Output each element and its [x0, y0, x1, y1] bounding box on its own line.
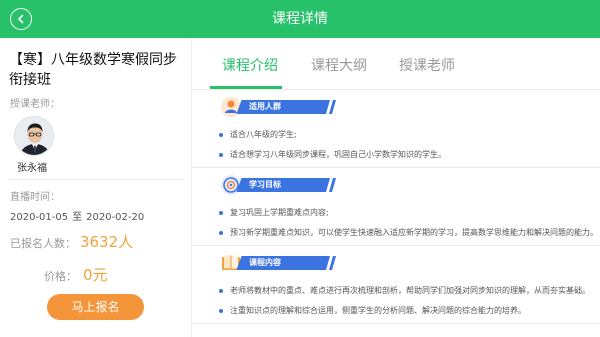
- divider: [192, 323, 600, 324]
- course-info-panel: 【寒】八年级数学寒假同步衔接班 授课老师： 张永福 直播时间： 2020-01-…: [0, 38, 191, 337]
- bullet-icon: [219, 210, 223, 215]
- list-item: 老师将教材中的重点、难点进行再次梳理和剖析，帮助同学们加强对同步知识的理解，从而…: [219, 285, 590, 296]
- price-label: 价格：: [44, 270, 77, 283]
- end-date: 2020-02-20: [86, 212, 145, 223]
- stripe-decoration: [323, 256, 336, 270]
- active-tab-indicator: [210, 86, 282, 89]
- divider: [8, 179, 183, 180]
- bullet-icon: [219, 152, 223, 157]
- time-label: 直播时间：: [10, 192, 60, 203]
- tab-introduction[interactable]: 课程介绍: [222, 55, 278, 75]
- bullet-icon: [219, 132, 223, 137]
- section-title: 课程内容: [249, 258, 281, 267]
- stripe-decoration: [323, 178, 336, 192]
- teacher-avatar-image: [15, 117, 53, 155]
- divider: [192, 245, 600, 246]
- list-item: 适合八年级的学生;: [219, 129, 297, 140]
- teacher-name: 张永福: [17, 163, 47, 174]
- enrolled-count: 3632人: [80, 233, 134, 251]
- section-title: 学习目标: [249, 180, 281, 189]
- tab-teacher[interactable]: 授课老师: [399, 55, 455, 75]
- list-item: 适合想学习八年级同步课程，巩固自己小学数学知识的学生。: [219, 149, 446, 160]
- price-value: 0元: [83, 266, 108, 284]
- list-item: 复习巩固上学期重难点内容;: [219, 207, 329, 218]
- section-title: 适用人群: [249, 102, 281, 111]
- to-text: 至: [72, 212, 83, 223]
- stripe-decoration: [323, 100, 336, 114]
- section-title-bar: 适用人群: [236, 100, 330, 114]
- teacher-label: 授课老师：: [10, 99, 60, 110]
- top-bar: 课程详情: [0, 0, 600, 38]
- tab-outline[interactable]: 课程大纲: [311, 55, 367, 75]
- live-dates: 2020-01-05 至 2020-02-20: [10, 208, 144, 223]
- course-name: 【寒】八年级数学寒假同步衔接班: [9, 52, 177, 88]
- page-title: 课程详情: [272, 11, 328, 27]
- teacher-avatar[interactable]: [14, 116, 54, 156]
- list-item: 预习新学期重难点知识，可以使学生快速融入适应新学期的学习，提高数学思维能力和解决…: [219, 227, 598, 238]
- list-item: 注重知识点的理解和综合运用，侧重学生的分析问题、解决问题的综合能力的培养。: [219, 305, 526, 316]
- course-detail-panel: 课程介绍 课程大纲 授课老师 适用人群 适合八年级的学生; 适合想学习八年级同步…: [192, 38, 600, 337]
- section-title-bar: 学习目标: [236, 178, 330, 192]
- bullet-icon: [219, 308, 223, 313]
- bullet-icon: [219, 288, 223, 293]
- start-date: 2020-01-05: [10, 212, 69, 223]
- enrolled-row: 已报名人数： 3632人: [10, 231, 133, 252]
- enrolled-label: 已报名人数：: [10, 237, 76, 250]
- section-title-bar: 课程内容: [236, 256, 330, 270]
- price-row: 价格： 0元: [44, 264, 108, 285]
- signup-button[interactable]: 马上报名: [47, 294, 144, 320]
- divider: [192, 167, 600, 168]
- tab-bar: 课程介绍 课程大纲 授课老师: [192, 38, 600, 90]
- bullet-icon: [219, 230, 223, 235]
